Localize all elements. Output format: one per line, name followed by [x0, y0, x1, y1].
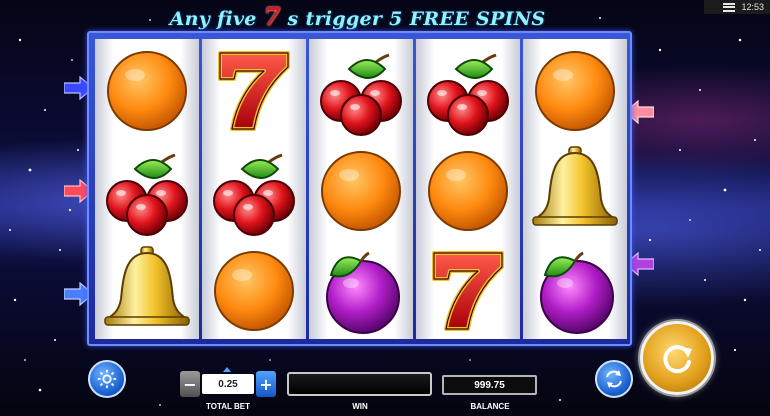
balance-value: 999.75: [442, 375, 537, 395]
total-bet-label: TOTAL BET: [206, 402, 250, 411]
bell-symbol: [523, 139, 627, 239]
total-bet-value: 0.25: [202, 374, 254, 394]
cherry-symbol: [309, 39, 413, 139]
reel-5: [523, 39, 627, 339]
seven-symbol: [416, 239, 520, 339]
free-spins-banner: Any five 7 s trigger 5 FREE SPINS: [0, 2, 715, 31]
win-label: WIN: [352, 402, 368, 411]
banner-text-prefix: Any five: [169, 8, 257, 30]
bet-caret-icon: [223, 367, 231, 372]
banner-text-suffix: s trigger 5 FREE SPINS: [287, 8, 546, 30]
orange-symbol: [202, 239, 306, 339]
bell-symbol: [95, 239, 199, 339]
reel-3: [309, 39, 413, 339]
seven-symbol: [202, 39, 306, 139]
settings-button[interactable]: [88, 360, 126, 398]
orange-symbol: [309, 139, 413, 239]
orange-symbol: [523, 39, 627, 139]
gear-icon: [97, 369, 117, 389]
balance-label: BALANCE: [470, 402, 510, 411]
plum-symbol: [309, 239, 413, 339]
total-bet-control: − 0.25 +: [180, 367, 276, 399]
status-bar: 12:53: [704, 0, 770, 14]
autoplay-icon: [606, 370, 622, 388]
cherry-symbol: [202, 139, 306, 239]
reel-4: [416, 39, 520, 339]
decrease-bet-button[interactable]: −: [180, 371, 200, 397]
autoplay-button[interactable]: [595, 360, 633, 398]
spin-icon: [663, 345, 692, 374]
clock: 12:53: [741, 2, 764, 12]
hamburger-menu-icon[interactable]: [723, 2, 736, 12]
reel-frame: [87, 31, 632, 346]
banner-seven: 7: [263, 2, 281, 31]
cherry-symbol: [95, 139, 199, 239]
reel-1: [95, 39, 199, 339]
spin-button[interactable]: [640, 321, 714, 395]
increase-bet-button[interactable]: +: [256, 371, 276, 397]
reel-2: [202, 39, 306, 339]
orange-symbol: [95, 39, 199, 139]
plum-symbol: [523, 239, 627, 339]
win-display: [287, 372, 432, 396]
reels-area: [95, 39, 627, 339]
orange-symbol: [416, 139, 520, 239]
cherry-symbol: [416, 39, 520, 139]
